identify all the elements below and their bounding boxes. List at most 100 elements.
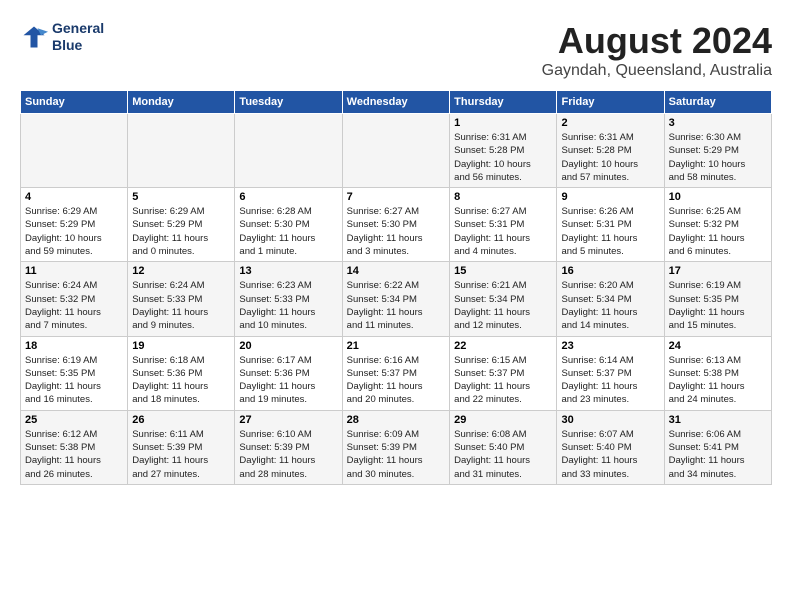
day-number: 8 xyxy=(454,191,552,203)
day-number: 22 xyxy=(454,340,552,352)
calendar-cell: 11Sunrise: 6:24 AM Sunset: 5:32 PM Dayli… xyxy=(21,262,128,336)
calendar-cell: 21Sunrise: 6:16 AM Sunset: 5:37 PM Dayli… xyxy=(342,336,449,410)
day-number: 21 xyxy=(347,340,445,352)
day-info: Sunrise: 6:29 AM Sunset: 5:29 PM Dayligh… xyxy=(132,205,230,258)
day-info: Sunrise: 6:20 AM Sunset: 5:34 PM Dayligh… xyxy=(561,279,659,332)
day-info: Sunrise: 6:08 AM Sunset: 5:40 PM Dayligh… xyxy=(454,428,552,481)
day-info: Sunrise: 6:24 AM Sunset: 5:33 PM Dayligh… xyxy=(132,279,230,332)
calendar-cell: 27 Sunrise: 6:10 AM Sunset: 5:39 PM Dayli… xyxy=(235,410,342,484)
day-number: 12 xyxy=(132,265,230,277)
day-number: 20 xyxy=(239,340,337,352)
day-number: 11 xyxy=(25,265,123,277)
calendar-cell: 8 Sunrise: 6:27 AM Sunset: 5:31 PM Daylig… xyxy=(450,188,557,262)
day-info: Sunrise: 6:15 AM Sunset: 5:37 PM Dayligh… xyxy=(454,354,552,407)
day-info: Sunrise: 6:31 AM Sunset: 5:28 PM Dayligh… xyxy=(454,131,552,184)
location-subtitle: Gayndah, Queensland, Australia xyxy=(542,62,772,80)
day-info: Sunrise: 6:07 AM Sunset: 5:40 PM Dayligh… xyxy=(561,428,659,481)
calendar-cell: 23 Sunrise: 6:14 AM Sunset: 5:37 PM Dayli… xyxy=(557,336,664,410)
calendar-cell: 31 Sunrise: 6:06 AM Sunset: 5:41 PM Dayli… xyxy=(664,410,771,484)
day-number: 4 xyxy=(25,191,123,203)
calendar-cell xyxy=(128,114,235,188)
day-number: 14 xyxy=(347,265,445,277)
day-info: Sunrise: 6:30 AM Sunset: 5:29 PM Dayligh… xyxy=(669,131,767,184)
weekday-header-saturday: Saturday xyxy=(664,91,771,114)
calendar-week-row: 1 Sunrise: 6:31 AM Sunset: 5:28 PM Daylig… xyxy=(21,114,772,188)
title-block: August 2024 Gayndah, Queensland, Austral… xyxy=(542,20,772,80)
day-number: 2 xyxy=(561,117,659,129)
calendar-cell xyxy=(235,114,342,188)
day-number: 31 xyxy=(669,414,767,426)
day-number: 24 xyxy=(669,340,767,352)
calendar-cell: 26 Sunrise: 6:11 AM Sunset: 5:39 PM Dayli… xyxy=(128,410,235,484)
calendar-body: 1 Sunrise: 6:31 AM Sunset: 5:28 PM Daylig… xyxy=(21,114,772,485)
calendar-cell: 29 Sunrise: 6:08 AM Sunset: 5:40 PM Dayli… xyxy=(450,410,557,484)
day-number: 23 xyxy=(561,340,659,352)
calendar-cell: 7Sunrise: 6:27 AM Sunset: 5:30 PM Daylig… xyxy=(342,188,449,262)
day-info: Sunrise: 6:19 AM Sunset: 5:35 PM Dayligh… xyxy=(669,279,767,332)
day-number: 5 xyxy=(132,191,230,203)
calendar-week-row: 4 Sunrise: 6:29 AM Sunset: 5:29 PM Daylig… xyxy=(21,188,772,262)
day-info: Sunrise: 6:18 AM Sunset: 5:36 PM Dayligh… xyxy=(132,354,230,407)
day-number: 1 xyxy=(454,117,552,129)
day-info: Sunrise: 6:13 AM Sunset: 5:38 PM Dayligh… xyxy=(669,354,767,407)
day-info: Sunrise: 6:29 AM Sunset: 5:29 PM Dayligh… xyxy=(25,205,123,258)
day-number: 28 xyxy=(347,414,445,426)
calendar-cell: 14 Sunrise: 6:22 AM Sunset: 5:34 PM Dayli… xyxy=(342,262,449,336)
day-number: 3 xyxy=(669,117,767,129)
calendar-cell: 28Sunrise: 6:09 AM Sunset: 5:39 PM Dayli… xyxy=(342,410,449,484)
day-info: Sunrise: 6:31 AM Sunset: 5:28 PM Dayligh… xyxy=(561,131,659,184)
calendar-cell: 5 Sunrise: 6:29 AM Sunset: 5:29 PM Daylig… xyxy=(128,188,235,262)
day-info: Sunrise: 6:25 AM Sunset: 5:32 PM Dayligh… xyxy=(669,205,767,258)
logo-text: General Blue xyxy=(52,20,104,54)
weekday-header-thursday: Thursday xyxy=(450,91,557,114)
day-info: Sunrise: 6:26 AM Sunset: 5:31 PM Dayligh… xyxy=(561,205,659,258)
day-number: 17 xyxy=(669,265,767,277)
day-info: Sunrise: 6:21 AM Sunset: 5:34 PM Dayligh… xyxy=(454,279,552,332)
weekday-header-row: SundayMondayTuesdayWednesdayThursdayFrid… xyxy=(21,91,772,114)
day-info: Sunrise: 6:06 AM Sunset: 5:41 PM Dayligh… xyxy=(669,428,767,481)
calendar-cell: 15 Sunrise: 6:21 AM Sunset: 5:34 PM Dayli… xyxy=(450,262,557,336)
day-number: 27 xyxy=(239,414,337,426)
weekday-header-sunday: Sunday xyxy=(21,91,128,114)
day-info: Sunrise: 6:22 AM Sunset: 5:34 PM Dayligh… xyxy=(347,279,445,332)
day-number: 15 xyxy=(454,265,552,277)
weekday-header-wednesday: Wednesday xyxy=(342,91,449,114)
calendar-cell: 4 Sunrise: 6:29 AM Sunset: 5:29 PM Daylig… xyxy=(21,188,128,262)
calendar-cell: 16 Sunrise: 6:20 AM Sunset: 5:34 PM Dayli… xyxy=(557,262,664,336)
calendar-header: SundayMondayTuesdayWednesdayThursdayFrid… xyxy=(21,91,772,114)
calendar-cell: 2 Sunrise: 6:31 AM Sunset: 5:28 PM Daylig… xyxy=(557,114,664,188)
calendar-cell: 30Sunrise: 6:07 AM Sunset: 5:40 PM Dayli… xyxy=(557,410,664,484)
day-info: Sunrise: 6:27 AM Sunset: 5:31 PM Dayligh… xyxy=(454,205,552,258)
calendar-week-row: 25 Sunrise: 6:12 AM Sunset: 5:38 PM Dayli… xyxy=(21,410,772,484)
calendar-week-row: 11Sunrise: 6:24 AM Sunset: 5:32 PM Dayli… xyxy=(21,262,772,336)
weekday-header-friday: Friday xyxy=(557,91,664,114)
calendar-cell: 25 Sunrise: 6:12 AM Sunset: 5:38 PM Dayli… xyxy=(21,410,128,484)
calendar-cell: 6 Sunrise: 6:28 AM Sunset: 5:30 PM Daylig… xyxy=(235,188,342,262)
calendar-cell xyxy=(342,114,449,188)
day-number: 16 xyxy=(561,265,659,277)
day-number: 19 xyxy=(132,340,230,352)
day-number: 9 xyxy=(561,191,659,203)
calendar-cell: 1 Sunrise: 6:31 AM Sunset: 5:28 PM Daylig… xyxy=(450,114,557,188)
logo-icon xyxy=(20,23,48,51)
day-info: Sunrise: 6:28 AM Sunset: 5:30 PM Dayligh… xyxy=(239,205,337,258)
logo: General Blue xyxy=(20,20,104,54)
day-number: 29 xyxy=(454,414,552,426)
day-number: 13 xyxy=(239,265,337,277)
month-year-title: August 2024 xyxy=(542,20,772,62)
day-info: Sunrise: 6:23 AM Sunset: 5:33 PM Dayligh… xyxy=(239,279,337,332)
calendar-cell: 17 Sunrise: 6:19 AM Sunset: 5:35 PM Dayli… xyxy=(664,262,771,336)
day-number: 25 xyxy=(25,414,123,426)
day-number: 18 xyxy=(25,340,123,352)
day-info: Sunrise: 6:10 AM Sunset: 5:39 PM Dayligh… xyxy=(239,428,337,481)
day-number: 6 xyxy=(239,191,337,203)
day-info: Sunrise: 6:14 AM Sunset: 5:37 PM Dayligh… xyxy=(561,354,659,407)
day-info: Sunrise: 6:17 AM Sunset: 5:36 PM Dayligh… xyxy=(239,354,337,407)
day-number: 26 xyxy=(132,414,230,426)
day-number: 10 xyxy=(669,191,767,203)
day-info: Sunrise: 6:12 AM Sunset: 5:38 PM Dayligh… xyxy=(25,428,123,481)
day-info: Sunrise: 6:11 AM Sunset: 5:39 PM Dayligh… xyxy=(132,428,230,481)
calendar-cell: 10 Sunrise: 6:25 AM Sunset: 5:32 PM Dayli… xyxy=(664,188,771,262)
calendar-cell: 20 Sunrise: 6:17 AM Sunset: 5:36 PM Dayli… xyxy=(235,336,342,410)
calendar-table: SundayMondayTuesdayWednesdayThursdayFrid… xyxy=(20,90,772,485)
